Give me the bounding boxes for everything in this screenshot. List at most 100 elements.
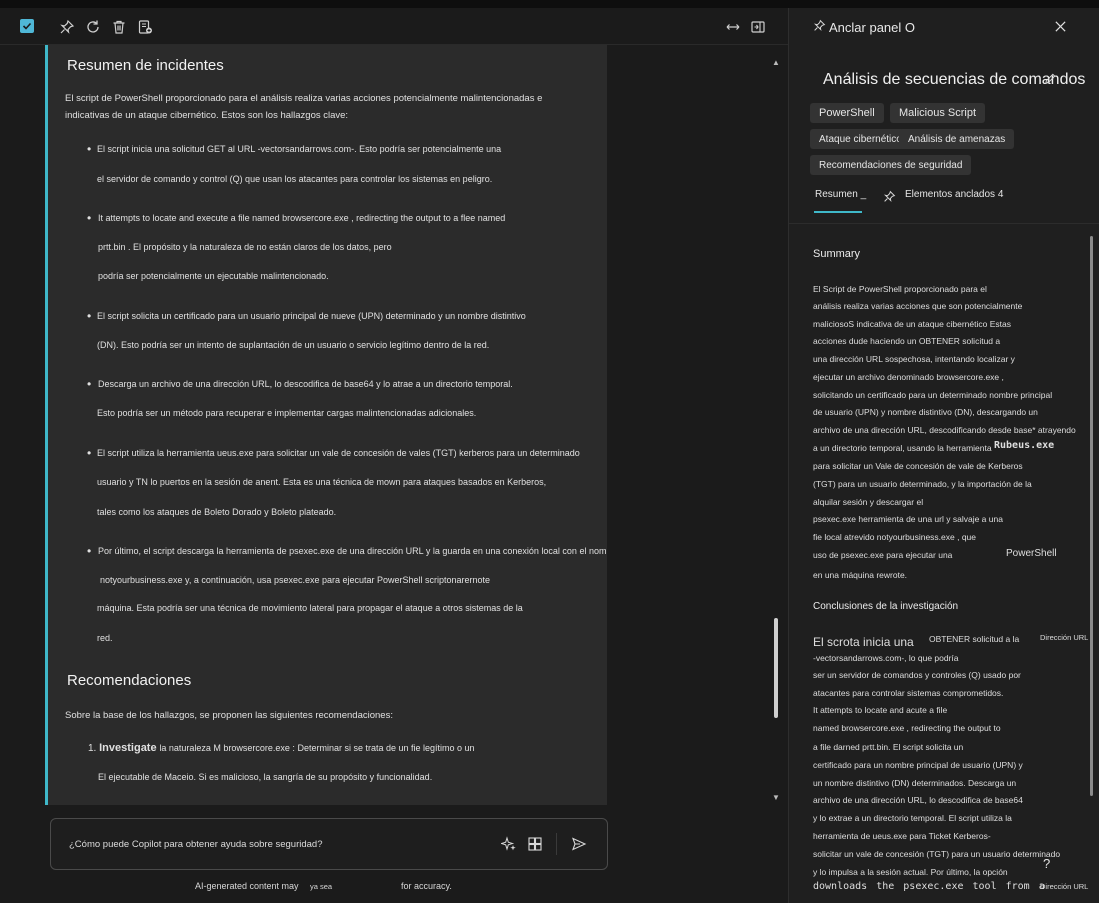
- summary-line: alquilar sesión y descargar el: [813, 497, 924, 507]
- trash-icon[interactable]: [110, 18, 127, 35]
- conclusion-line: named browsercore.exe , redirecting the …: [813, 723, 1001, 733]
- summary-line: análisis realiza varias acciones que son…: [813, 301, 1023, 311]
- finding-6-line-2: notyourbusiness.exe y, a continuación, u…: [100, 575, 491, 585]
- pinned-panel: Anclar panel O Análisis de secuencias de…: [788, 8, 1099, 903]
- finding-3-line-2: (DN). Esto podría ser un intento de supl…: [97, 340, 490, 350]
- send-icon[interactable]: [571, 836, 587, 852]
- incident-intro-line-2: indicativas de un ataque cibernético. Es…: [65, 110, 349, 121]
- summary-line: El Script de PowerShell proporcionado pa…: [813, 284, 987, 294]
- panel-scrollbar-thumb[interactable]: [1090, 236, 1093, 796]
- summary-line: uso de psexec.exe para ejecutar una: [813, 550, 953, 560]
- disclaimer-part-3: for accuracy.: [401, 881, 452, 891]
- bullet-dot: •: [87, 446, 92, 460]
- finding-6-line-4: red.: [97, 633, 113, 643]
- collapse-panel-icon[interactable]: [749, 18, 766, 35]
- main-scrollbar[interactable]: ▲ ▼: [771, 58, 781, 803]
- powershell-inline: PowerShell: [1006, 548, 1057, 559]
- finding-2-line-1: It attempts to locate and execute a file…: [98, 213, 506, 223]
- recommendations-intro: Sobre la base de los hallazgos, se propo…: [65, 710, 393, 721]
- bullet-dot: •: [87, 211, 92, 225]
- main-pane: Resumen de incidentes El script de Power…: [0, 8, 788, 903]
- summary-line: para solicitar un Vale de concesión de v…: [813, 461, 1023, 471]
- tag-ataque-cibernetico[interactable]: Ataque cibernético: [810, 129, 911, 149]
- tab-summary[interactable]: Resumen _: [815, 189, 866, 200]
- conclusion-lead-2: OBTENER solicitud a la: [929, 634, 1020, 644]
- pinned-items-icon: [883, 190, 896, 208]
- disclaimer-part-2: ya sea: [310, 882, 333, 891]
- close-icon[interactable]: [1054, 20, 1067, 38]
- bullet-dot: •: [87, 544, 92, 558]
- conclusion-line: a file darned prtt.bin. El script solici…: [813, 742, 964, 752]
- recommendation-1-line-1: 1. Investigate la naturaleza M browserco…: [88, 742, 475, 754]
- conclusion-url-label: Dirección URL: [1040, 633, 1089, 642]
- finding-5-line-3: tales como los ataques de Boleto Dorado …: [97, 507, 337, 517]
- export-icon[interactable]: [136, 18, 153, 35]
- conclusion-line: archivo de una dirección URL, lo descodi…: [813, 795, 1023, 805]
- tag-recomendaciones-seguridad[interactable]: Recomendaciones de seguridad: [810, 155, 972, 175]
- tag-analisis-amenazas[interactable]: Análisis de amenazas: [899, 129, 1015, 149]
- summary-line: (TGT) para un usuario determinado, y la …: [813, 479, 1032, 489]
- refresh-icon[interactable]: [84, 18, 101, 35]
- finding-1-line-1: El script inicia una solicitud GET al UR…: [97, 144, 502, 154]
- input-divider: [556, 833, 557, 855]
- prompt-book-icon[interactable]: [527, 836, 543, 852]
- finding-2-line-2: prtt.bin . El propósito y la naturaleza …: [98, 242, 392, 252]
- finding-3-line-1: El script solicita un certificado para u…: [97, 311, 526, 321]
- incident-intro-line-1: El script de PowerShell proporcionado pa…: [65, 93, 543, 104]
- edit-icon[interactable]: [1044, 72, 1057, 90]
- sparkle-icon[interactable]: [499, 836, 517, 852]
- conclusion-line: solicitar un vale de concesión (TGT) par…: [813, 849, 1061, 859]
- tab-summary-mark: _: [860, 189, 867, 200]
- summary-line: solicitando un certificado para un deter…: [813, 390, 1053, 400]
- finding-6-line-1: Por último, el script descarga la herram…: [98, 546, 607, 556]
- recommendation-1-text: la naturaleza M browsercore.exe : Determ…: [159, 743, 475, 753]
- pin-panel-label[interactable]: Anclar panel O: [829, 20, 915, 35]
- recommendation-1-line-2: El ejecutable de Maceio. Si es malicioso…: [98, 772, 433, 782]
- conclusion-line: It attempts to locate and acute a file: [813, 705, 948, 715]
- conclusion-lead: El scrota inicia una: [813, 635, 914, 649]
- scroll-down-icon[interactable]: ▼: [772, 793, 780, 802]
- pin-icon[interactable]: [58, 18, 75, 35]
- conclusion-line: -vectorsandarrows.com-, lo que podría: [813, 653, 959, 663]
- summary-line: ejecutar un archivo denominado browserco…: [813, 372, 1004, 382]
- active-tab-indicator: [814, 211, 862, 213]
- tab-pinned-items[interactable]: Elementos anclados 4: [905, 189, 1003, 200]
- conclusion-line: y lo extrae a un directorio temporal. El…: [813, 813, 1012, 823]
- tag-powershell[interactable]: PowerShell: [810, 103, 884, 123]
- summary-line: psexec.exe herramienta de una url y salv…: [813, 514, 1003, 524]
- recommendation-1-keyword: Investigate: [99, 742, 157, 754]
- expand-icon[interactable]: [724, 18, 741, 35]
- conclusion-url-label-2: Dirección URL: [1040, 882, 1089, 891]
- tab-summary-label: Resumen: [815, 189, 858, 200]
- summary-line: de usuario (UPN) y nombre distintivo (DN…: [813, 407, 1038, 417]
- window-top-strip: [0, 0, 1099, 8]
- disclaimer-part-1: AI-generated content may: [195, 881, 299, 891]
- bullet-dot: •: [87, 142, 92, 156]
- tag-malicious-script[interactable]: Malicious Script: [890, 103, 986, 123]
- panel-scrollbar[interactable]: [1089, 228, 1095, 893]
- conclusions-heading: Conclusiones de la investigación: [813, 601, 959, 612]
- prompt-placeholder: ¿Cómo puede Copilot para obtener ayuda s…: [69, 839, 323, 850]
- finding-5-line-2: usuario y TN lo puertos en la sesión de …: [97, 477, 547, 487]
- finding-1-line-2: el servidor de comando y control (Q) que…: [97, 174, 493, 184]
- scroll-up-icon[interactable]: ▲: [772, 58, 780, 67]
- summary-line: acciones dude haciendo un OBTENER solici…: [813, 336, 1001, 346]
- incident-summary-heading: Resumen de incidentes: [67, 57, 224, 74]
- scrollbar-thumb[interactable]: [774, 618, 778, 718]
- prompt-input[interactable]: ¿Cómo puede Copilot para obtener ayuda s…: [50, 818, 608, 870]
- finding-6-line-3: máquina. Esta podría ser una técnica de …: [97, 603, 523, 613]
- conclusion-line: certificado para un nombre principal de …: [813, 760, 1023, 770]
- conclusion-line: un nombre distintivo (DN) determinados. …: [813, 778, 1017, 788]
- finding-5-line-1: El script utiliza la herramienta ueus.ex…: [97, 448, 580, 458]
- pin-panel-icon[interactable]: [813, 19, 826, 37]
- help-icon[interactable]: ?: [1043, 856, 1059, 872]
- bullet-dot: •: [87, 309, 92, 323]
- summary-line: fie local atrevido notyourbusiness.exe ,…: [813, 532, 977, 542]
- toolbar: [0, 8, 788, 45]
- summary-line: a un directorio temporal, usando la herr…: [813, 443, 992, 453]
- checkbox-icon[interactable]: [20, 19, 34, 33]
- conclusion-line: ser un servidor de comandos y controles …: [813, 670, 1021, 680]
- finding-2-line-3: podría ser potencialmente un ejecutable …: [98, 271, 329, 281]
- rubeus-code: Rubeus.exe: [994, 440, 1055, 451]
- conclusion-line: y lo impulsa a la sesión actual. Por últ…: [813, 867, 1008, 877]
